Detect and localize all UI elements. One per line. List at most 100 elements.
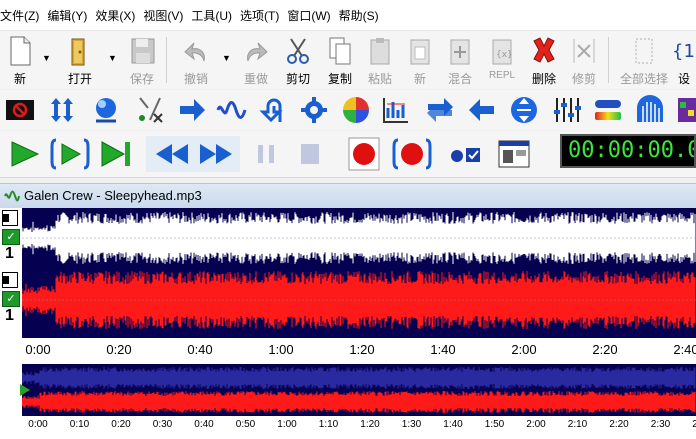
speaker-left-icon[interactable] [2, 210, 18, 226]
ruler-label: 1:20 [360, 419, 380, 430]
ruler-label: 1:00 [277, 419, 297, 430]
ruler-label: 2:20 [592, 342, 618, 357]
ruler-label: 0:30 [152, 419, 173, 430]
ruler-label: 0:40 [187, 342, 213, 357]
redo-button[interactable]: 重做 [236, 33, 276, 87]
document-title: Galen Crew - Sleepyhead.mp3 [24, 188, 202, 203]
menu-edit[interactable]: 编辑(Y) [47, 7, 95, 24]
time-display: 00:00:00.0 [560, 134, 696, 168]
ruler-label: 1:20 [349, 342, 375, 357]
ruler-label: 2:00 [526, 419, 546, 430]
cut-button[interactable]: 剪切 [278, 33, 318, 87]
chevron-down-icon: ▼ [42, 53, 51, 63]
record-icon[interactable] [344, 136, 384, 172]
settings-button[interactable]: {1 设 [672, 33, 696, 87]
ruler-label: 1:30 [401, 419, 422, 430]
ruler-label: 2:20 [609, 419, 629, 430]
channel-1-number: 1 [5, 245, 14, 262]
time-ruler[interactable]: 0:00 0:20 0:40 1:00 1:20 1:40 2:00 2:20 2:40 [22, 340, 696, 362]
fast-forward-icon[interactable] [196, 136, 236, 172]
color-pinwheel-icon[interactable] [340, 94, 372, 126]
insert-arrow-icon[interactable] [176, 94, 208, 126]
ruler-label: 0:40 [194, 419, 214, 430]
menu-options[interactable]: 选项(T) [240, 7, 287, 24]
stop-icon[interactable] [290, 136, 330, 172]
effects-toolbar [0, 90, 696, 130]
copy-icon [329, 37, 351, 65]
trim-icon [573, 39, 595, 63]
record-selection-icon[interactable] [392, 136, 432, 172]
new-button[interactable]: 新 [0, 33, 40, 87]
new-dropdown[interactable]: ▼ [38, 33, 52, 87]
play-selection-icon[interactable] [50, 136, 90, 172]
channel-2-enable-checkbox[interactable]: ✓ [2, 291, 20, 307]
silence-icon[interactable] [4, 94, 36, 126]
menu-view[interactable]: 视图(V) [143, 7, 191, 24]
menu-effects[interactable]: 效果(X) [95, 7, 143, 24]
overview-waveform[interactable] [22, 364, 696, 416]
speaker-right-icon[interactable] [2, 272, 18, 288]
ruler-label: 0:20 [106, 342, 132, 357]
rewind-icon[interactable] [152, 136, 192, 172]
gear-effect-icon[interactable] [298, 94, 330, 126]
reverse-icon[interactable] [258, 94, 290, 126]
spectrum-bars-icon[interactable] [592, 94, 624, 126]
new-document-icon [10, 36, 31, 66]
waveform-canvas [22, 212, 696, 329]
save-disk-icon [131, 38, 155, 64]
ruler-label: 0:50 [235, 419, 256, 430]
stretch-icon[interactable] [508, 94, 540, 126]
ruler-label: 1:40 [430, 342, 456, 357]
mix-paste-icon [450, 39, 470, 65]
ruler-label: 1:50 [484, 419, 505, 430]
mix-button[interactable]: 混合 [440, 33, 480, 87]
ruler-label: 0:00 [25, 342, 51, 357]
play-icon[interactable] [4, 136, 44, 172]
voice-activated-record-icon[interactable] [446, 136, 486, 172]
open-button[interactable]: 打开 [60, 33, 100, 87]
play-to-end-icon[interactable] [96, 136, 136, 172]
overview-ruler[interactable]: 0:00 0:10 0:20 0:30 0:40 0:50 1:00 1:10 1:20 1:30… [22, 417, 696, 439]
ruler-label: 2:30 [650, 419, 671, 430]
ruler-label: 2:40 [692, 419, 696, 430]
open-folder-icon [71, 38, 85, 66]
pause-icon[interactable] [246, 136, 286, 172]
overview-right-wave [22, 391, 696, 413]
ruler-label: 2:00 [511, 342, 537, 357]
ruler-label: 0:20 [111, 419, 131, 430]
record-window-icon[interactable] [494, 136, 534, 172]
arch-filter-icon[interactable] [634, 94, 666, 126]
ruler-label: 2:10 [567, 419, 588, 430]
chevron-down-icon: ▼ [108, 53, 117, 63]
sliders-icon[interactable] [550, 94, 582, 126]
select-all-button[interactable]: 全部选择 [620, 33, 668, 87]
menu-window[interactable]: 窗口(W) [287, 7, 338, 24]
menu-help[interactable]: 帮助(S) [339, 7, 387, 24]
left-arrow-icon[interactable] [466, 94, 498, 126]
document-title-bar: Galen Crew - Sleepyhead.mp3 [0, 183, 696, 209]
equalizer-chart-icon[interactable] [380, 94, 412, 126]
fade-icon[interactable] [134, 94, 166, 126]
menu-bar: 文件(Z) 编辑(Y) 效果(X) 视图(V) 工具(U) 选项(T) 窗口(W… [0, 0, 696, 31]
main-waveform[interactable] [22, 208, 696, 338]
menu-file[interactable]: 文件(Z) [0, 7, 47, 24]
wave-effect-icon[interactable] [216, 94, 248, 126]
undo-button[interactable]: 撤销 [176, 33, 216, 87]
toolbar-separator [166, 37, 167, 83]
chevron-down-icon: ▼ [222, 53, 231, 63]
scissors-icon [287, 38, 309, 64]
save-button[interactable]: 保存 [122, 33, 162, 87]
amplify-sphere-icon[interactable] [90, 94, 122, 126]
channel-1-enable-checkbox[interactable]: ✓ [2, 229, 20, 245]
delete-x-icon [533, 37, 555, 63]
swap-channels-icon[interactable] [424, 94, 456, 126]
svg-text:{x}: {x} [496, 50, 513, 60]
menu-tools[interactable]: 工具(U) [191, 7, 240, 24]
trim-button[interactable]: 修剪 [564, 33, 604, 87]
playhead-marker-icon[interactable] [20, 384, 30, 396]
replace-button[interactable]: {x} REPL [482, 33, 522, 87]
overview-canvas [22, 367, 696, 413]
overview-left-wave [22, 367, 696, 389]
color-grid-icon[interactable] [676, 94, 696, 126]
normalize-icon[interactable] [46, 94, 78, 126]
